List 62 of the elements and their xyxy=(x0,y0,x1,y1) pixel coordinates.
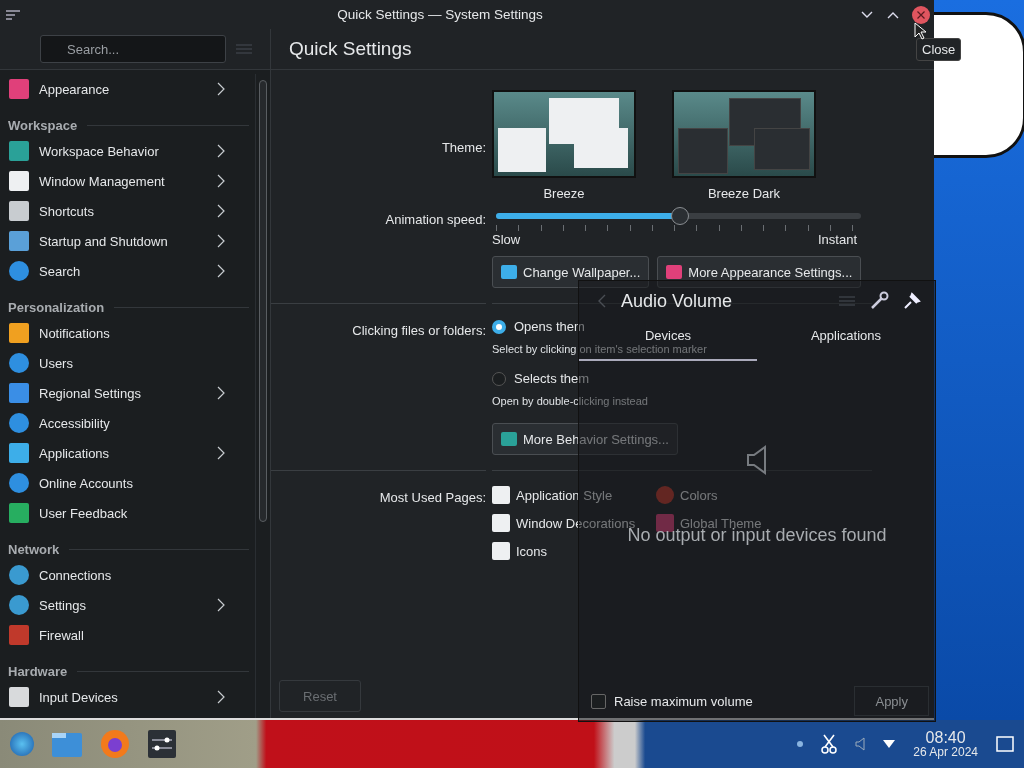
scissors-icon[interactable] xyxy=(821,734,838,754)
sidebar-item[interactable]: Shortcuts xyxy=(0,196,249,226)
section-heading: Workspace xyxy=(8,117,78,133)
window-menu-icon[interactable] xyxy=(6,8,20,21)
sidebar-item[interactable]: Online Accounts xyxy=(0,468,249,498)
sidebar-item[interactable]: Input Devices xyxy=(0,682,249,712)
option-hint: Open by double-clicking instead xyxy=(492,395,648,407)
sidebar-item[interactable]: Regional Settings xyxy=(0,378,249,408)
theme-label: Theme: xyxy=(440,139,486,155)
sidebar-item[interactable]: Applications xyxy=(0,438,249,468)
window-title: Quick Settings — System Settings xyxy=(336,7,544,22)
option-hint: Select by clicking on item's selection marker xyxy=(492,343,707,355)
sidebar-item[interactable]: Connections xyxy=(0,560,249,590)
settings-button[interactable]: Change Wallpaper... xyxy=(492,256,650,288)
section-heading: Personalization xyxy=(8,299,105,315)
sidebar-item[interactable]: Window Management xyxy=(0,166,249,196)
raise-volume-checkbox[interactable]: Raise maximum volume xyxy=(591,693,753,709)
sidebar-item[interactable]: User Feedback xyxy=(0,498,249,528)
sidebar-item[interactable]: Firewall xyxy=(0,620,249,650)
clicking-label: Clicking files or folders: xyxy=(351,322,486,340)
more-behavior-button[interactable]: More Behavior Settings... xyxy=(492,423,678,455)
settings-button[interactable]: More Appearance Settings... xyxy=(657,256,862,288)
radio-option[interactable]: Selects them xyxy=(492,371,590,386)
sidebar-item[interactable]: Startup and Shutdown xyxy=(0,226,249,256)
close-button[interactable] xyxy=(912,5,930,24)
sidebar-item[interactable]: Search xyxy=(0,256,249,286)
scrollbar-thumb[interactable] xyxy=(259,80,267,522)
search-field[interactable]: Search... xyxy=(40,35,226,63)
minimize-button[interactable] xyxy=(860,9,874,20)
show-desktop-icon[interactable] xyxy=(996,736,1014,752)
most-used-page-link[interactable]: Colors xyxy=(656,486,718,504)
most-used-page-link[interactable]: Application Style xyxy=(492,486,613,504)
clock[interactable]: 08:40 26 Apr 2024 xyxy=(913,728,978,760)
theme-name: Breeze Dark xyxy=(707,186,781,201)
sidebar-item[interactable]: Appearance xyxy=(0,74,249,104)
speaker-icon xyxy=(746,445,768,475)
sidebar-item[interactable]: Notifications xyxy=(0,318,249,348)
animation-speed-label: Animation speed: xyxy=(384,211,486,229)
sidebar-item[interactable]: Accessibility xyxy=(0,408,249,438)
wrench-icon[interactable] xyxy=(869,291,889,311)
page-title: Quick Settings xyxy=(289,38,412,60)
close-tooltip: Close xyxy=(916,38,962,61)
most-used-label: Most Used Pages: xyxy=(378,489,486,507)
most-used-page-link[interactable]: Icons xyxy=(492,542,548,560)
volume-icon[interactable] xyxy=(855,737,866,751)
theme-name: Breeze xyxy=(543,186,585,201)
tray-expand-icon[interactable] xyxy=(883,740,896,748)
sidebar-item[interactable]: Users xyxy=(0,348,249,378)
popup-tab[interactable]: Applications xyxy=(808,327,884,344)
section-heading: Network xyxy=(8,541,60,557)
settings-app-icon[interactable] xyxy=(148,730,176,758)
theme-preview[interactable] xyxy=(492,90,636,178)
instant-label: Instant xyxy=(817,232,857,247)
slow-label: Slow xyxy=(492,232,521,247)
popup-title: Audio Volume xyxy=(621,290,733,312)
popup-tab[interactable]: Devices xyxy=(642,327,694,344)
sidebar-item[interactable]: Workspace Behavior xyxy=(0,136,249,166)
radio-option[interactable]: Opens them xyxy=(492,319,585,334)
sidebar-item[interactable]: Settings xyxy=(0,590,249,620)
status-dot-icon[interactable] xyxy=(797,741,804,747)
section-heading: Hardware xyxy=(8,663,68,679)
pin-icon[interactable] xyxy=(903,292,921,310)
